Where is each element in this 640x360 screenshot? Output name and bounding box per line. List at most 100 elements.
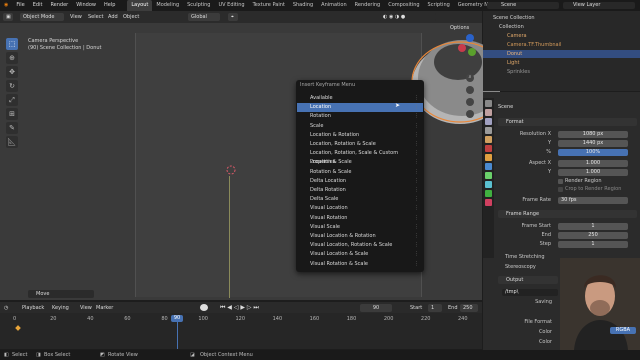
navigation-gizmo[interactable]: ⌕ <box>440 34 478 134</box>
mode-dropdown[interactable]: Object Mode <box>20 13 64 21</box>
playback-controls[interactable]: ⏮ ◀ ◁ ▶ ▷ ⏭ <box>220 304 259 312</box>
record-button-icon[interactable] <box>200 304 208 311</box>
keyframe-menu-item[interactable]: Scale ⋮ <box>297 122 423 131</box>
frame-start-field[interactable]: 1 <box>558 223 628 230</box>
outliner-row-scene-collection[interactable]: Scene Collection <box>483 14 640 22</box>
outliner-row-light[interactable]: Light <box>483 59 640 67</box>
world-tab-icon[interactable] <box>485 145 492 152</box>
viewport-menu-object[interactable]: Object <box>123 13 139 21</box>
frame-end-field[interactable]: 250 <box>558 232 628 239</box>
crop-region-checkbox[interactable] <box>558 187 563 192</box>
particles-tab-icon[interactable] <box>485 172 492 179</box>
scene-tab-icon[interactable] <box>485 136 492 143</box>
playhead-line[interactable] <box>177 322 178 349</box>
aspect-y-field[interactable]: 1.000 <box>558 169 628 176</box>
tab-rendering[interactable]: Rendering <box>351 0 385 11</box>
transform-tool-icon[interactable]: ⊞ <box>6 108 18 120</box>
move-tool-icon[interactable]: ✥ <box>6 66 18 78</box>
output-panel-header[interactable]: Output <box>498 276 558 284</box>
timeline-menu-playback[interactable]: Playback <box>22 304 44 312</box>
keyframe-menu-item[interactable]: Visual Location ⋮ <box>297 204 423 213</box>
frame-step-field[interactable]: 1 <box>558 241 628 248</box>
tab-scripting[interactable]: Scripting <box>424 0 454 11</box>
tab-animation[interactable]: Animation <box>317 0 351 11</box>
frame-range-panel-header[interactable]: Frame Range <box>498 210 637 218</box>
y-axis-icon[interactable] <box>468 48 476 56</box>
keyframe-menu-item[interactable]: Location ⋮ <box>297 103 423 113</box>
select-tool-icon[interactable]: ⬚ <box>6 38 18 50</box>
outliner-row-collection[interactable]: Collection <box>483 23 640 31</box>
tab-shading[interactable]: Shading <box>289 0 317 11</box>
aspect-x-field[interactable]: 1.000 <box>558 160 628 167</box>
outliner-row-donut[interactable]: Donut <box>483 50 640 58</box>
outliner-row-camera[interactable]: Camera <box>483 32 640 40</box>
keyframe-menu-item[interactable]: Available ⋮ <box>297 94 423 103</box>
output-tab-icon[interactable] <box>485 118 492 125</box>
keyframe-menu-item[interactable]: Rotation & Scale ⋮ <box>297 168 423 177</box>
outliner-row-sprinkles[interactable]: Sprinkles <box>483 68 640 76</box>
render-tab-icon[interactable] <box>485 109 492 116</box>
playhead-frame[interactable]: 90 <box>171 315 183 322</box>
timeline-menu-marker[interactable]: Marker <box>96 304 113 312</box>
last-operator-panel[interactable]: Move <box>28 290 94 298</box>
annotate-tool-icon[interactable]: ✎ <box>6 122 18 134</box>
perspective-icon[interactable] <box>466 110 474 118</box>
scale-tool-icon[interactable]: ⤢ <box>6 94 18 106</box>
format-panel-header[interactable]: Format <box>498 118 637 126</box>
data-tab-icon[interactable] <box>485 190 492 197</box>
z-axis-icon[interactable] <box>466 34 474 42</box>
keyframe-menu-item[interactable]: Visual Scale ⋮ <box>297 223 423 232</box>
menu-edit[interactable]: Edit <box>29 0 47 11</box>
keyframe-menu-item[interactable]: Visual Location & Scale ⋮ <box>297 250 423 259</box>
keyframe-menu-item[interactable]: Visual Location & Rotation ⋮ <box>297 232 423 241</box>
time-stretching-subpanel[interactable]: Time Stretching <box>505 254 545 260</box>
timeline-editor-icon[interactable]: ◷ <box>4 304 8 312</box>
menu-render[interactable]: Render <box>46 0 72 11</box>
keyframe-menu-item[interactable]: Location, Rotation, Scale & Custom Prope… <box>297 149 423 165</box>
keyframe-menu-item[interactable]: Location & Rotation ⋮ <box>297 131 423 140</box>
end-frame-field[interactable]: 250 <box>460 304 478 312</box>
view-layer-selector[interactable]: View Layer <box>563 2 635 9</box>
start-frame-field[interactable]: 1 <box>428 304 442 312</box>
tool-tab-icon[interactable] <box>485 100 492 107</box>
shading-buttons[interactable]: ◐ ◉ ◑ ● <box>380 13 436 21</box>
output-path-field[interactable]: /tmp\ <box>502 289 558 296</box>
keyframe-menu-item[interactable]: Delta Location ⋮ <box>297 177 423 186</box>
x-axis-icon[interactable] <box>458 44 466 52</box>
menu-help[interactable]: Help <box>100 0 119 11</box>
viewport-menu-select[interactable]: Select <box>88 13 103 21</box>
tab-layout[interactable]: Layout <box>127 0 153 11</box>
editor-type-icon[interactable]: ▣ <box>3 13 13 21</box>
zoom-icon[interactable]: ⌕ <box>466 74 474 82</box>
view-layer-tab-icon[interactable] <box>485 127 492 134</box>
tab-texture-paint[interactable]: Texture Paint <box>249 0 289 11</box>
keyframe-menu-item[interactable]: Delta Rotation ⋮ <box>297 186 423 195</box>
scene-selector[interactable]: Scene <box>487 2 559 9</box>
render-region-checkbox[interactable] <box>558 179 563 184</box>
keyframe-menu-item[interactable]: Location, Rotation & Scale ⋮ <box>297 140 423 149</box>
keyframe-menu-item[interactable]: Visual Rotation & Scale ⋮ <box>297 260 423 269</box>
snap-icon[interactable]: ⌖ <box>228 13 238 21</box>
cursor-tool-icon[interactable]: ⊕ <box>6 52 18 64</box>
tab-sculpting[interactable]: Sculpting <box>183 0 214 11</box>
resolution-percent-field[interactable]: 100% <box>558 149 628 156</box>
menu-window[interactable]: Window <box>72 0 100 11</box>
rotate-tool-icon[interactable]: ↻ <box>6 80 18 92</box>
object-tab-icon[interactable] <box>485 154 492 161</box>
viewport-menu-add[interactable]: Add <box>108 13 118 21</box>
viewport-menu-view[interactable]: View <box>70 13 82 21</box>
timeline-menu-keying[interactable]: Keying <box>52 304 69 312</box>
keyframe-menu-item[interactable]: Visual Location, Rotation & Scale ⋮ <box>297 241 423 250</box>
orientation-dropdown[interactable]: Global <box>188 13 220 21</box>
measure-tool-icon[interactable]: 📐︎ <box>6 136 18 148</box>
blender-logo-icon[interactable]: ◉ <box>0 0 12 11</box>
material-tab-icon[interactable] <box>485 199 492 206</box>
outliner-row-camera-thumbnail[interactable]: Camera.TF.Thumbnail <box>483 41 640 49</box>
rgba-button[interactable]: RGBA <box>610 327 636 334</box>
menu-file[interactable]: File <box>12 0 28 11</box>
camera-view-icon[interactable] <box>466 98 474 106</box>
keyframe-menu-item[interactable]: Location & Scale ⋮ <box>297 158 423 167</box>
pan-icon[interactable] <box>466 86 474 94</box>
keyframe-menu-item[interactable]: Visual Rotation ⋮ <box>297 214 423 223</box>
stereoscopy-subpanel[interactable]: Stereoscopy <box>505 264 536 270</box>
